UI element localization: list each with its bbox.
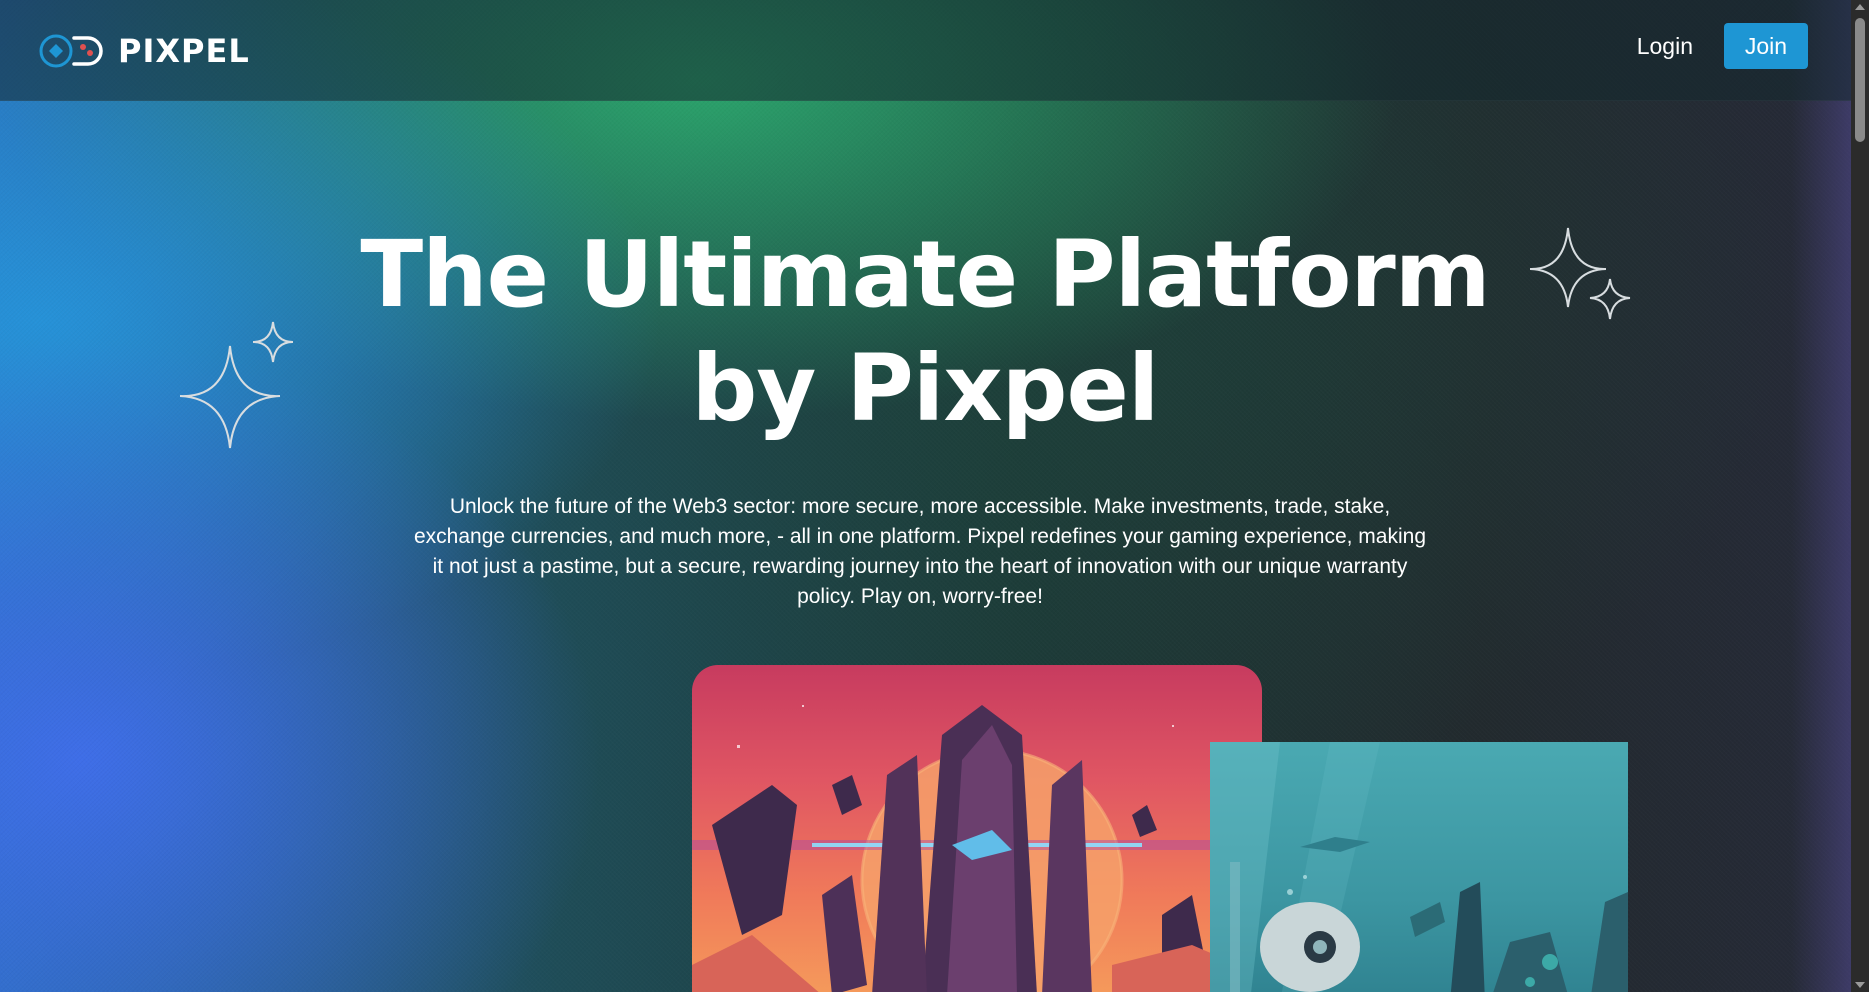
brand-logo[interactable]: PIXPEL [38,32,250,70]
brand-name: PIXPEL [118,32,250,70]
game-artwork-city [692,665,1262,992]
game-artwork-underwater [1210,742,1628,992]
nav-actions: Login Join [1637,23,1808,69]
edge-glow [1791,0,1851,992]
sparkle-icon [179,321,294,449]
top-navbar: PIXPEL Login Join [0,0,1851,101]
hero-description: Unlock the future of the Web3 sector: mo… [413,495,1427,608]
underwater-illustration [1210,742,1628,992]
gamepad-logo-icon [39,34,103,68]
alien-city-illustration [692,705,1262,992]
hero-title: The Ultimate Platform by Pixpel [360,221,1490,442]
scroll-up-icon[interactable] [1855,4,1865,10]
vertical-scrollbar[interactable] [1851,0,1869,992]
scroll-thumb[interactable] [1855,18,1865,142]
login-link[interactable]: Login [1637,33,1693,60]
scroll-down-icon[interactable] [1855,982,1865,988]
page-background: PIXPEL Login Join The Ultimate Platform … [0,0,1851,992]
join-button[interactable]: Join [1724,23,1808,69]
